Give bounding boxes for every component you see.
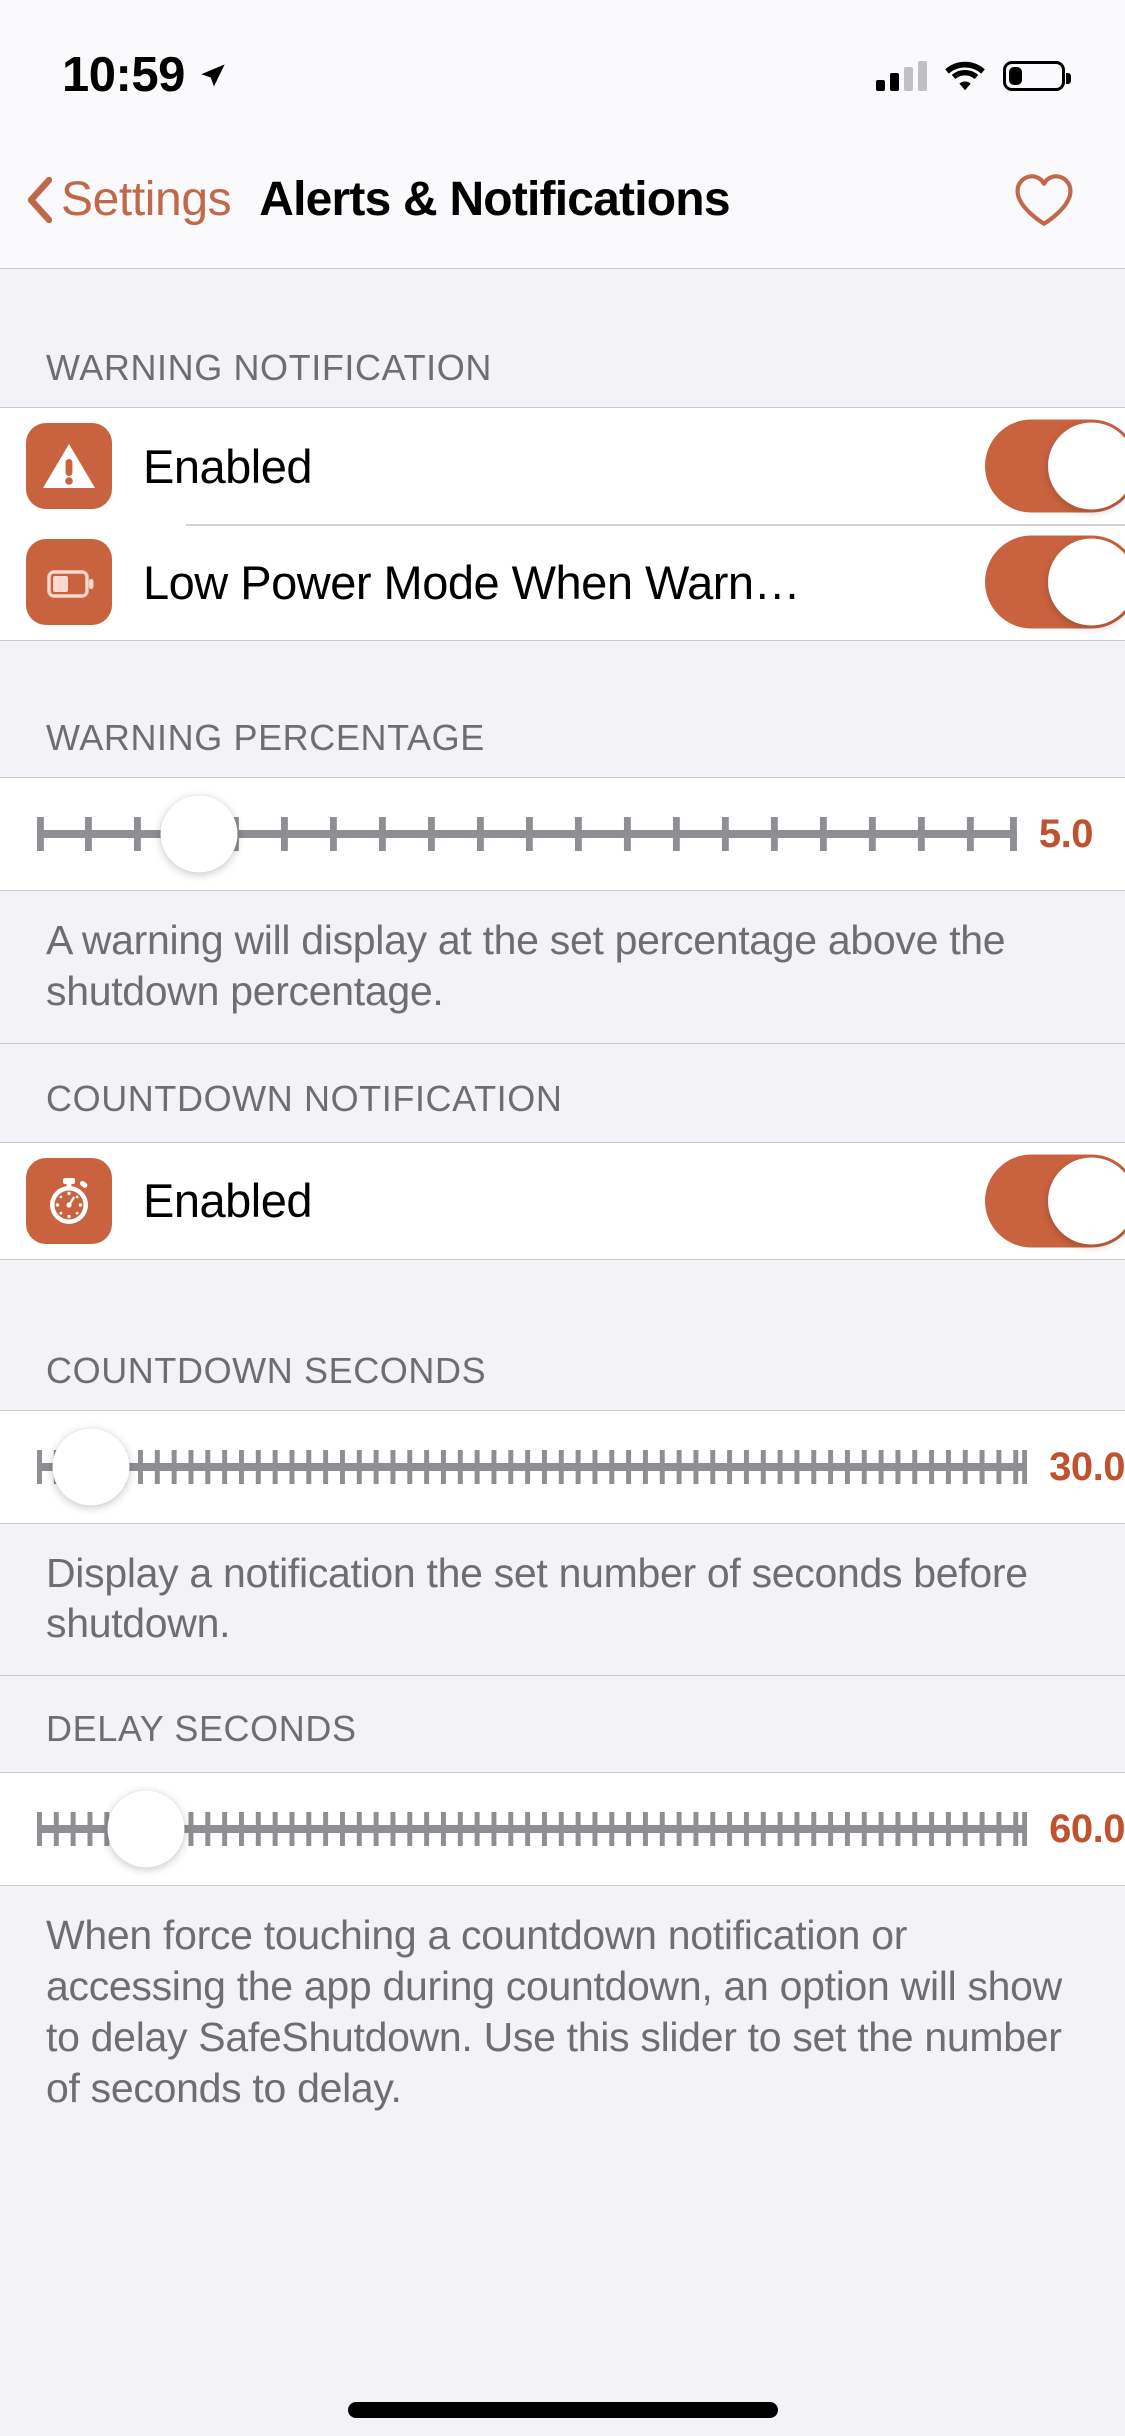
toggle-warning-enabled[interactable]	[985, 419, 1125, 513]
toggle-countdown-enabled[interactable]	[985, 1154, 1125, 1248]
row-label: Low Power Mode When Warn…	[143, 558, 801, 606]
slider-thumb-delay-seconds[interactable]	[107, 1790, 185, 1868]
location-arrow-icon	[201, 64, 225, 87]
section-header-countdown-seconds: COUNTDOWN SECONDS	[46, 1349, 487, 1391]
group-countdown-notification: Enabled	[0, 1141, 1125, 1260]
toggle-low-power-mode[interactable]	[985, 535, 1125, 629]
slider-row-countdown-seconds: 30.0	[0, 1409, 1125, 1524]
row-countdown-enabled[interactable]: Enabled	[0, 1142, 1125, 1259]
settings-list: WARNING NOTIFICATION Enabled Low Power M…	[0, 269, 1125, 2140]
battery-low-icon	[26, 539, 112, 625]
slider-thumb-countdown-seconds[interactable]	[52, 1428, 130, 1506]
slider-value-countdown-seconds: 30.0	[1049, 1444, 1125, 1489]
warning-triangle-icon	[26, 423, 112, 509]
back-button[interactable]: Settings	[26, 173, 232, 226]
status-bar: 10:59	[0, 0, 1125, 132]
slider-delay-seconds[interactable]	[37, 1790, 1028, 1868]
stopwatch-icon	[26, 1157, 112, 1244]
heart-outline-icon[interactable]	[1013, 171, 1075, 229]
footnote-delay-seconds: When force touching a countdown notifica…	[0, 1886, 1125, 2140]
slider-track-ticks	[37, 1812, 1028, 1847]
wifi-icon	[945, 61, 985, 91]
back-button-label: Settings	[61, 173, 232, 226]
row-low-power-mode[interactable]: Low Power Mode When Warn…	[0, 524, 1125, 640]
slider-thumb-warning-percentage[interactable]	[160, 795, 238, 873]
section-header-warning-percentage: WARNING PERCENTAGE	[46, 717, 485, 758]
slider-track-ticks	[37, 1449, 1028, 1484]
section-header-countdown-notification: COUNTDOWN NOTIFICATION	[46, 1077, 563, 1119]
spacer	[0, 641, 1125, 719]
cellular-signal-icon	[876, 61, 927, 91]
group-warning-notification: Enabled Low Power Mode When Warn…	[0, 407, 1125, 641]
phone-screen: 10:59 Settings Alerts & Notifications WA…	[0, 0, 1125, 2436]
battery-icon	[1003, 61, 1071, 91]
spacer	[0, 1259, 1125, 1352]
slider-row-warning-percentage: 5.0	[0, 777, 1125, 891]
page-title: Alerts & Notifications	[259, 173, 730, 226]
slider-value-warning-percentage: 5.0	[1038, 812, 1094, 856]
status-bar-left: 10:59	[62, 47, 227, 102]
footnote-countdown-seconds: Display a notification the set number of…	[0, 1523, 1125, 1677]
chevron-left-icon	[27, 177, 52, 223]
section-header-warning-notification: WARNING NOTIFICATION	[46, 347, 492, 388]
spacer	[0, 269, 1125, 349]
navigation-bar: Settings Alerts & Notifications	[0, 132, 1125, 269]
section-header-delay-seconds: DELAY SECONDS	[46, 1708, 357, 1750]
row-label: Enabled	[143, 442, 312, 490]
row-warning-enabled[interactable]: Enabled	[0, 408, 1125, 524]
slider-value-delay-seconds: 60.0	[1049, 1807, 1125, 1852]
footnote-warning-percentage: A warning will display at the set percen…	[0, 891, 1125, 1044]
row-label: Enabled	[143, 1177, 312, 1225]
status-bar-clock: 10:59	[62, 47, 185, 102]
slider-row-delay-seconds: 60.0	[0, 1772, 1125, 1887]
slider-warning-percentage[interactable]	[37, 795, 1017, 873]
slider-countdown-seconds[interactable]	[37, 1428, 1028, 1506]
status-bar-right	[876, 61, 1071, 91]
home-indicator[interactable]	[347, 2402, 778, 2418]
